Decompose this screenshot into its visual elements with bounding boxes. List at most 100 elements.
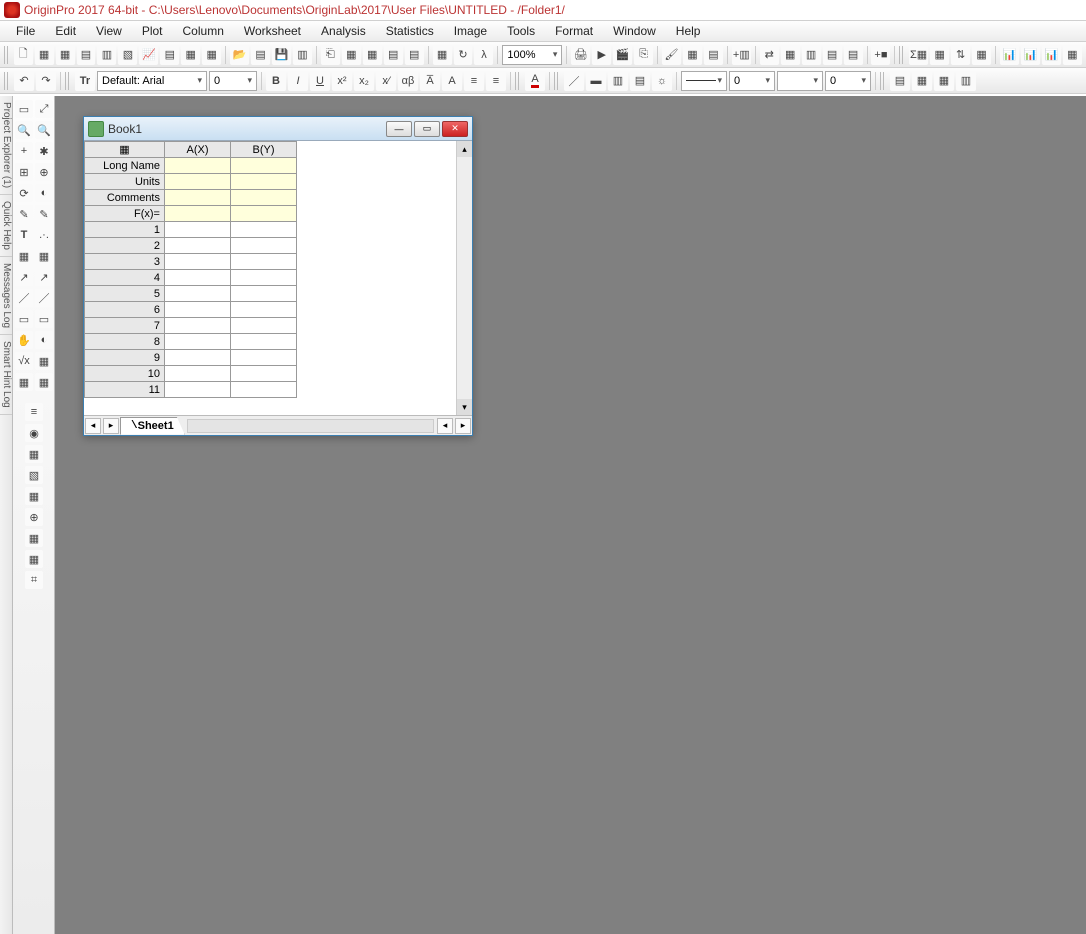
toolbar-grip[interactable]: [65, 72, 71, 90]
workbook-titlebar[interactable]: Book1 — ▭ ✕: [84, 117, 472, 141]
chart3-icon[interactable]: 📊: [1042, 45, 1061, 65]
open-excel-icon[interactable]: ▤: [251, 45, 270, 65]
menu-view[interactable]: View: [86, 22, 132, 40]
insert-graph-icon[interactable]: ▦: [35, 373, 53, 391]
transfer-icon[interactable]: ⇄: [760, 45, 779, 65]
scroll-down-icon[interactable]: ▾: [457, 399, 472, 415]
menu-worksheet[interactable]: Worksheet: [234, 22, 311, 40]
cell[interactable]: [231, 318, 297, 334]
row-header[interactable]: 8: [85, 334, 165, 350]
comments-header[interactable]: Comments: [85, 190, 165, 206]
gradient-icon[interactable]: ▤: [630, 71, 650, 91]
cell[interactable]: [165, 238, 231, 254]
text-icon[interactable]: ✎: [15, 205, 33, 223]
zoom-in-icon[interactable]: 🔍: [15, 121, 33, 139]
open-icon[interactable]: 📂: [230, 45, 249, 65]
cell[interactable]: [231, 222, 297, 238]
close-button[interactable]: ✕: [442, 121, 468, 137]
scale-in-icon[interactable]: ⤢: [35, 100, 53, 118]
layer9-icon[interactable]: ⌗: [25, 571, 43, 589]
new-color-icon[interactable]: 🖌: [662, 45, 681, 65]
draw-data-icon[interactable]: ✎: [35, 205, 53, 223]
toolbar-grip[interactable]: [880, 72, 886, 90]
menu-format[interactable]: Format: [545, 22, 603, 40]
send-graph-icon[interactable]: ▥: [802, 45, 821, 65]
layer6-icon[interactable]: ⊕: [25, 508, 43, 526]
layer5-icon[interactable]: ▦: [25, 487, 43, 505]
text-tool-icon[interactable]: Tr: [75, 71, 95, 91]
vertical-scrollbar[interactable]: ▴ ▾: [456, 141, 472, 415]
redo-icon[interactable]: ↷: [36, 71, 56, 91]
column-header-a[interactable]: A(X): [165, 142, 231, 158]
new-matrix-icon[interactable]: ▥: [97, 45, 116, 65]
duplicate-icon[interactable]: ⎘: [634, 45, 653, 65]
stats-icon[interactable]: +■: [871, 45, 890, 65]
recalculate-icon[interactable]: λ: [474, 45, 493, 65]
zoom-pan-icon[interactable]: ◐: [35, 331, 53, 349]
insert-word-icon[interactable]: ▦: [35, 352, 53, 370]
row-header[interactable]: 4: [85, 270, 165, 286]
chart2-icon[interactable]: 📊: [1021, 45, 1040, 65]
new-graph-icon[interactable]: ▤: [77, 45, 96, 65]
send-data-icon[interactable]: ▦: [781, 45, 800, 65]
menu-edit[interactable]: Edit: [45, 22, 86, 40]
new-workbook-icon[interactable]: ▦: [35, 45, 54, 65]
fx-header[interactable]: F(x)=: [85, 206, 165, 222]
label-icon[interactable]: T: [15, 226, 33, 244]
data-selector-icon[interactable]: ⊕: [35, 163, 53, 181]
line-color-icon[interactable]: ／: [564, 71, 584, 91]
layer3-icon[interactable]: ▦: [25, 445, 43, 463]
cell[interactable]: [165, 206, 231, 222]
quick-help-tab[interactable]: Quick Help: [0, 195, 12, 257]
hscroll-right[interactable]: ▸: [455, 418, 471, 434]
refresh-icon[interactable]: ↻: [454, 45, 473, 65]
chart1-icon[interactable]: 📊: [1000, 45, 1019, 65]
line-width-combo[interactable]: 0: [729, 71, 775, 91]
pointer-icon[interactable]: ▭: [15, 100, 33, 118]
reader-icon[interactable]: +: [15, 142, 33, 160]
import-single-icon[interactable]: ▦: [342, 45, 361, 65]
line-style-combo[interactable]: [681, 71, 727, 91]
cell[interactable]: [165, 158, 231, 174]
line-tool-icon[interactable]: ↗: [15, 268, 33, 286]
cell[interactable]: [165, 366, 231, 382]
digitizer-icon[interactable]: ▦: [683, 45, 702, 65]
cell[interactable]: [165, 174, 231, 190]
menu-column[interactable]: Column: [173, 22, 234, 40]
cell[interactable]: [231, 158, 297, 174]
menu-image[interactable]: Image: [444, 22, 497, 40]
cell[interactable]: [165, 222, 231, 238]
cell[interactable]: [231, 270, 297, 286]
subscript-icon[interactable]: x₂: [354, 71, 374, 91]
sheet-tab[interactable]: \Sheet1: [120, 417, 185, 435]
new-excel-icon[interactable]: ▦: [56, 45, 75, 65]
smart-hint-log-tab[interactable]: Smart Hint Log: [0, 335, 12, 415]
polyline-icon[interactable]: ↗: [35, 268, 53, 286]
curve-icon[interactable]: ／: [15, 289, 33, 307]
supersub-icon[interactable]: x⁄: [376, 71, 396, 91]
panner-icon[interactable]: ⊞: [15, 163, 33, 181]
row-header[interactable]: 1: [85, 222, 165, 238]
maximize-button[interactable]: ▭: [414, 121, 440, 137]
menu-statistics[interactable]: Statistics: [376, 22, 444, 40]
font-size-combo[interactable]: 0: [209, 71, 257, 91]
cell[interactable]: [231, 190, 297, 206]
new-project-icon[interactable]: 🗋: [14, 45, 33, 65]
code-builder-icon[interactable]: ▤: [704, 45, 723, 65]
layer2-icon[interactable]: ◉: [25, 424, 43, 442]
rotate-icon[interactable]: ⟳: [15, 184, 33, 202]
new-layout-icon[interactable]: ▧: [118, 45, 137, 65]
marker-style-combo[interactable]: [777, 71, 823, 91]
cell[interactable]: [231, 382, 297, 398]
batch-icon[interactable]: ▤: [405, 45, 424, 65]
import-multiple-icon[interactable]: ▦: [363, 45, 382, 65]
screen-reader-icon[interactable]: 🔍: [35, 121, 53, 139]
row-header[interactable]: 7: [85, 318, 165, 334]
results-log-icon[interactable]: ▦: [433, 45, 452, 65]
cell[interactable]: [165, 286, 231, 302]
row-header[interactable]: 10: [85, 366, 165, 382]
sort-icon[interactable]: ⇅: [951, 45, 970, 65]
marker-size-combo[interactable]: 0: [825, 71, 871, 91]
superscript-icon[interactable]: x²: [332, 71, 352, 91]
cell[interactable]: [165, 270, 231, 286]
